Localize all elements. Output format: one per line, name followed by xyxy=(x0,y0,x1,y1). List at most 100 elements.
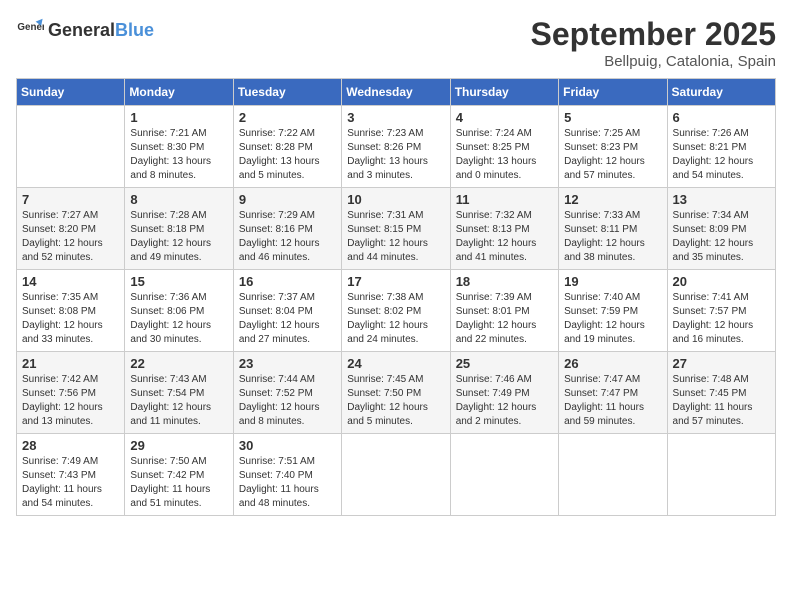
calendar-cell: 13 Sunrise: 7:34 AM Sunset: 8:09 PM Dayli… xyxy=(667,188,775,270)
calendar-cell: 12Sunrise: 7:33 AM Sunset: 8:11 PM Dayli… xyxy=(559,188,667,270)
week-row-3: 14 Sunrise: 7:35 AM Sunset: 8:08 PM Dayli… xyxy=(17,270,776,352)
day-number: 13 xyxy=(673,192,770,207)
calendar-cell: 10 Sunrise: 7:31 AM Sunset: 8:15 PM Dayli… xyxy=(342,188,450,270)
day-number: 5 xyxy=(564,110,661,125)
calendar-cell: 4 Sunrise: 7:24 AM Sunset: 8:25 PM Daylig… xyxy=(450,106,558,188)
calendar-cell: 24 Sunrise: 7:45 AM Sunset: 7:50 PM Dayli… xyxy=(342,352,450,434)
calendar-cell: 5 Sunrise: 7:25 AM Sunset: 8:23 PM Daylig… xyxy=(559,106,667,188)
calendar-cell: 18 Sunrise: 7:39 AM Sunset: 8:01 PM Dayli… xyxy=(450,270,558,352)
logo-icon: General xyxy=(16,16,44,44)
day-number: 2 xyxy=(239,110,336,125)
day-info: Sunrise: 7:37 AM Sunset: 8:04 PM Dayligh… xyxy=(239,291,336,347)
day-info: Sunrise: 7:38 AM Sunset: 8:02 PM Dayligh… xyxy=(347,291,444,347)
day-info: Sunrise: 7:39 AM Sunset: 8:01 PM Dayligh… xyxy=(456,291,553,347)
weekday-header-wednesday: Wednesday xyxy=(342,79,450,106)
weekday-header-friday: Friday xyxy=(559,79,667,106)
logo: General GeneralBlue xyxy=(16,16,154,44)
day-info: Sunrise: 7:36 AM Sunset: 8:06 PM Dayligh… xyxy=(130,291,227,347)
logo-general-text: General xyxy=(48,20,115,40)
day-number: 25 xyxy=(456,356,553,371)
day-info: Sunrise: 7:40 AM Sunset: 7:59 PM Dayligh… xyxy=(564,291,661,347)
day-number: 15 xyxy=(130,274,227,289)
calendar-cell: 30 Sunrise: 7:51 AM Sunset: 7:40 PM Dayli… xyxy=(233,434,341,516)
day-number: 30 xyxy=(239,438,336,453)
week-row-1: 1 Sunrise: 7:21 AM Sunset: 8:30 PM Daylig… xyxy=(17,106,776,188)
day-number: 23 xyxy=(239,356,336,371)
day-number: 10 xyxy=(347,192,444,207)
calendar-cell: 27 Sunrise: 7:48 AM Sunset: 7:45 PM Dayli… xyxy=(667,352,775,434)
day-info: Sunrise: 7:48 AM Sunset: 7:45 PM Dayligh… xyxy=(673,373,770,429)
day-number: 3 xyxy=(347,110,444,125)
calendar-cell: 3 Sunrise: 7:23 AM Sunset: 8:26 PM Daylig… xyxy=(342,106,450,188)
day-info: Sunrise: 7:24 AM Sunset: 8:25 PM Dayligh… xyxy=(456,127,553,183)
day-info: Sunrise: 7:49 AM Sunset: 7:43 PM Dayligh… xyxy=(22,455,119,511)
day-number: 18 xyxy=(456,274,553,289)
day-info: Sunrise: 7:31 AM Sunset: 8:15 PM Dayligh… xyxy=(347,209,444,265)
day-info: Sunrise: 7:44 AM Sunset: 7:52 PM Dayligh… xyxy=(239,373,336,429)
day-info: Sunrise: 7:46 AM Sunset: 7:49 PM Dayligh… xyxy=(456,373,553,429)
day-number: 28 xyxy=(22,438,119,453)
calendar-cell xyxy=(17,106,125,188)
calendar-cell: 15 Sunrise: 7:36 AM Sunset: 8:06 PM Dayli… xyxy=(125,270,233,352)
day-number: 16 xyxy=(239,274,336,289)
day-number: 14 xyxy=(22,274,119,289)
title-block: September 2025 Bellpuig, Catalonia, Spai… xyxy=(531,16,776,70)
calendar-cell: 22 Sunrise: 7:43 AM Sunset: 7:54 PM Dayli… xyxy=(125,352,233,434)
calendar-cell xyxy=(667,434,775,516)
calendar-cell: 6Sunrise: 7:26 AM Sunset: 8:21 PM Daylig… xyxy=(667,106,775,188)
weekday-header-row: SundayMondayTuesdayWednesdayThursdayFrid… xyxy=(17,79,776,106)
calendar-cell: 17 Sunrise: 7:38 AM Sunset: 8:02 PM Dayli… xyxy=(342,270,450,352)
day-number: 27 xyxy=(673,356,770,371)
day-info: Sunrise: 7:28 AM Sunset: 8:18 PM Dayligh… xyxy=(130,209,227,265)
day-info: Sunrise: 7:32 AM Sunset: 8:13 PM Dayligh… xyxy=(456,209,553,265)
day-number: 29 xyxy=(130,438,227,453)
day-info: Sunrise: 7:21 AM Sunset: 8:30 PM Dayligh… xyxy=(130,127,227,183)
day-info: Sunrise: 7:51 AM Sunset: 7:40 PM Dayligh… xyxy=(239,455,336,511)
day-info: Sunrise: 7:22 AM Sunset: 8:28 PM Dayligh… xyxy=(239,127,336,183)
weekday-header-tuesday: Tuesday xyxy=(233,79,341,106)
calendar-cell: 19Sunrise: 7:40 AM Sunset: 7:59 PM Dayli… xyxy=(559,270,667,352)
day-number: 21 xyxy=(22,356,119,371)
day-info: Sunrise: 7:42 AM Sunset: 7:56 PM Dayligh… xyxy=(22,373,119,429)
day-number: 20 xyxy=(673,274,770,289)
calendar-cell: 20Sunrise: 7:41 AM Sunset: 7:57 PM Dayli… xyxy=(667,270,775,352)
calendar-cell: 1 Sunrise: 7:21 AM Sunset: 8:30 PM Daylig… xyxy=(125,106,233,188)
weekday-header-saturday: Saturday xyxy=(667,79,775,106)
calendar-cell: 8 Sunrise: 7:28 AM Sunset: 8:18 PM Daylig… xyxy=(125,188,233,270)
calendar-cell: 11Sunrise: 7:32 AM Sunset: 8:13 PM Dayli… xyxy=(450,188,558,270)
month-title: September 2025 xyxy=(531,16,776,53)
day-number: 12 xyxy=(564,192,661,207)
day-info: Sunrise: 7:43 AM Sunset: 7:54 PM Dayligh… xyxy=(130,373,227,429)
location-title: Bellpuig, Catalonia, Spain xyxy=(531,53,776,70)
day-number: 4 xyxy=(456,110,553,125)
calendar-cell: 28 Sunrise: 7:49 AM Sunset: 7:43 PM Dayli… xyxy=(17,434,125,516)
day-number: 7 xyxy=(22,192,119,207)
day-number: 26 xyxy=(564,356,661,371)
week-row-2: 7Sunrise: 7:27 AM Sunset: 8:20 PM Daylig… xyxy=(17,188,776,270)
calendar-cell: 29 Sunrise: 7:50 AM Sunset: 7:42 PM Dayli… xyxy=(125,434,233,516)
day-info: Sunrise: 7:50 AM Sunset: 7:42 PM Dayligh… xyxy=(130,455,227,511)
day-number: 1 xyxy=(130,110,227,125)
day-number: 24 xyxy=(347,356,444,371)
calendar-cell xyxy=(342,434,450,516)
page-header: General GeneralBlue September 2025 Bellp… xyxy=(16,16,776,70)
weekday-header-sunday: Sunday xyxy=(17,79,125,106)
day-info: Sunrise: 7:45 AM Sunset: 7:50 PM Dayligh… xyxy=(347,373,444,429)
calendar-cell: 25 Sunrise: 7:46 AM Sunset: 7:49 PM Dayli… xyxy=(450,352,558,434)
weekday-header-monday: Monday xyxy=(125,79,233,106)
day-info: Sunrise: 7:35 AM Sunset: 8:08 PM Dayligh… xyxy=(22,291,119,347)
day-number: 8 xyxy=(130,192,227,207)
calendar-cell: 2 Sunrise: 7:22 AM Sunset: 8:28 PM Daylig… xyxy=(233,106,341,188)
calendar-cell: 9Sunrise: 7:29 AM Sunset: 8:16 PM Daylig… xyxy=(233,188,341,270)
calendar-cell: 14 Sunrise: 7:35 AM Sunset: 8:08 PM Dayli… xyxy=(17,270,125,352)
day-info: Sunrise: 7:29 AM Sunset: 8:16 PM Dayligh… xyxy=(239,209,336,265)
day-number: 17 xyxy=(347,274,444,289)
weekday-header-thursday: Thursday xyxy=(450,79,558,106)
day-number: 22 xyxy=(130,356,227,371)
day-info: Sunrise: 7:34 AM Sunset: 8:09 PM Dayligh… xyxy=(673,209,770,265)
calendar-cell: 26Sunrise: 7:47 AM Sunset: 7:47 PM Dayli… xyxy=(559,352,667,434)
week-row-4: 21 Sunrise: 7:42 AM Sunset: 7:56 PM Dayli… xyxy=(17,352,776,434)
day-info: Sunrise: 7:23 AM Sunset: 8:26 PM Dayligh… xyxy=(347,127,444,183)
week-row-5: 28 Sunrise: 7:49 AM Sunset: 7:43 PM Dayli… xyxy=(17,434,776,516)
day-info: Sunrise: 7:25 AM Sunset: 8:23 PM Dayligh… xyxy=(564,127,661,183)
